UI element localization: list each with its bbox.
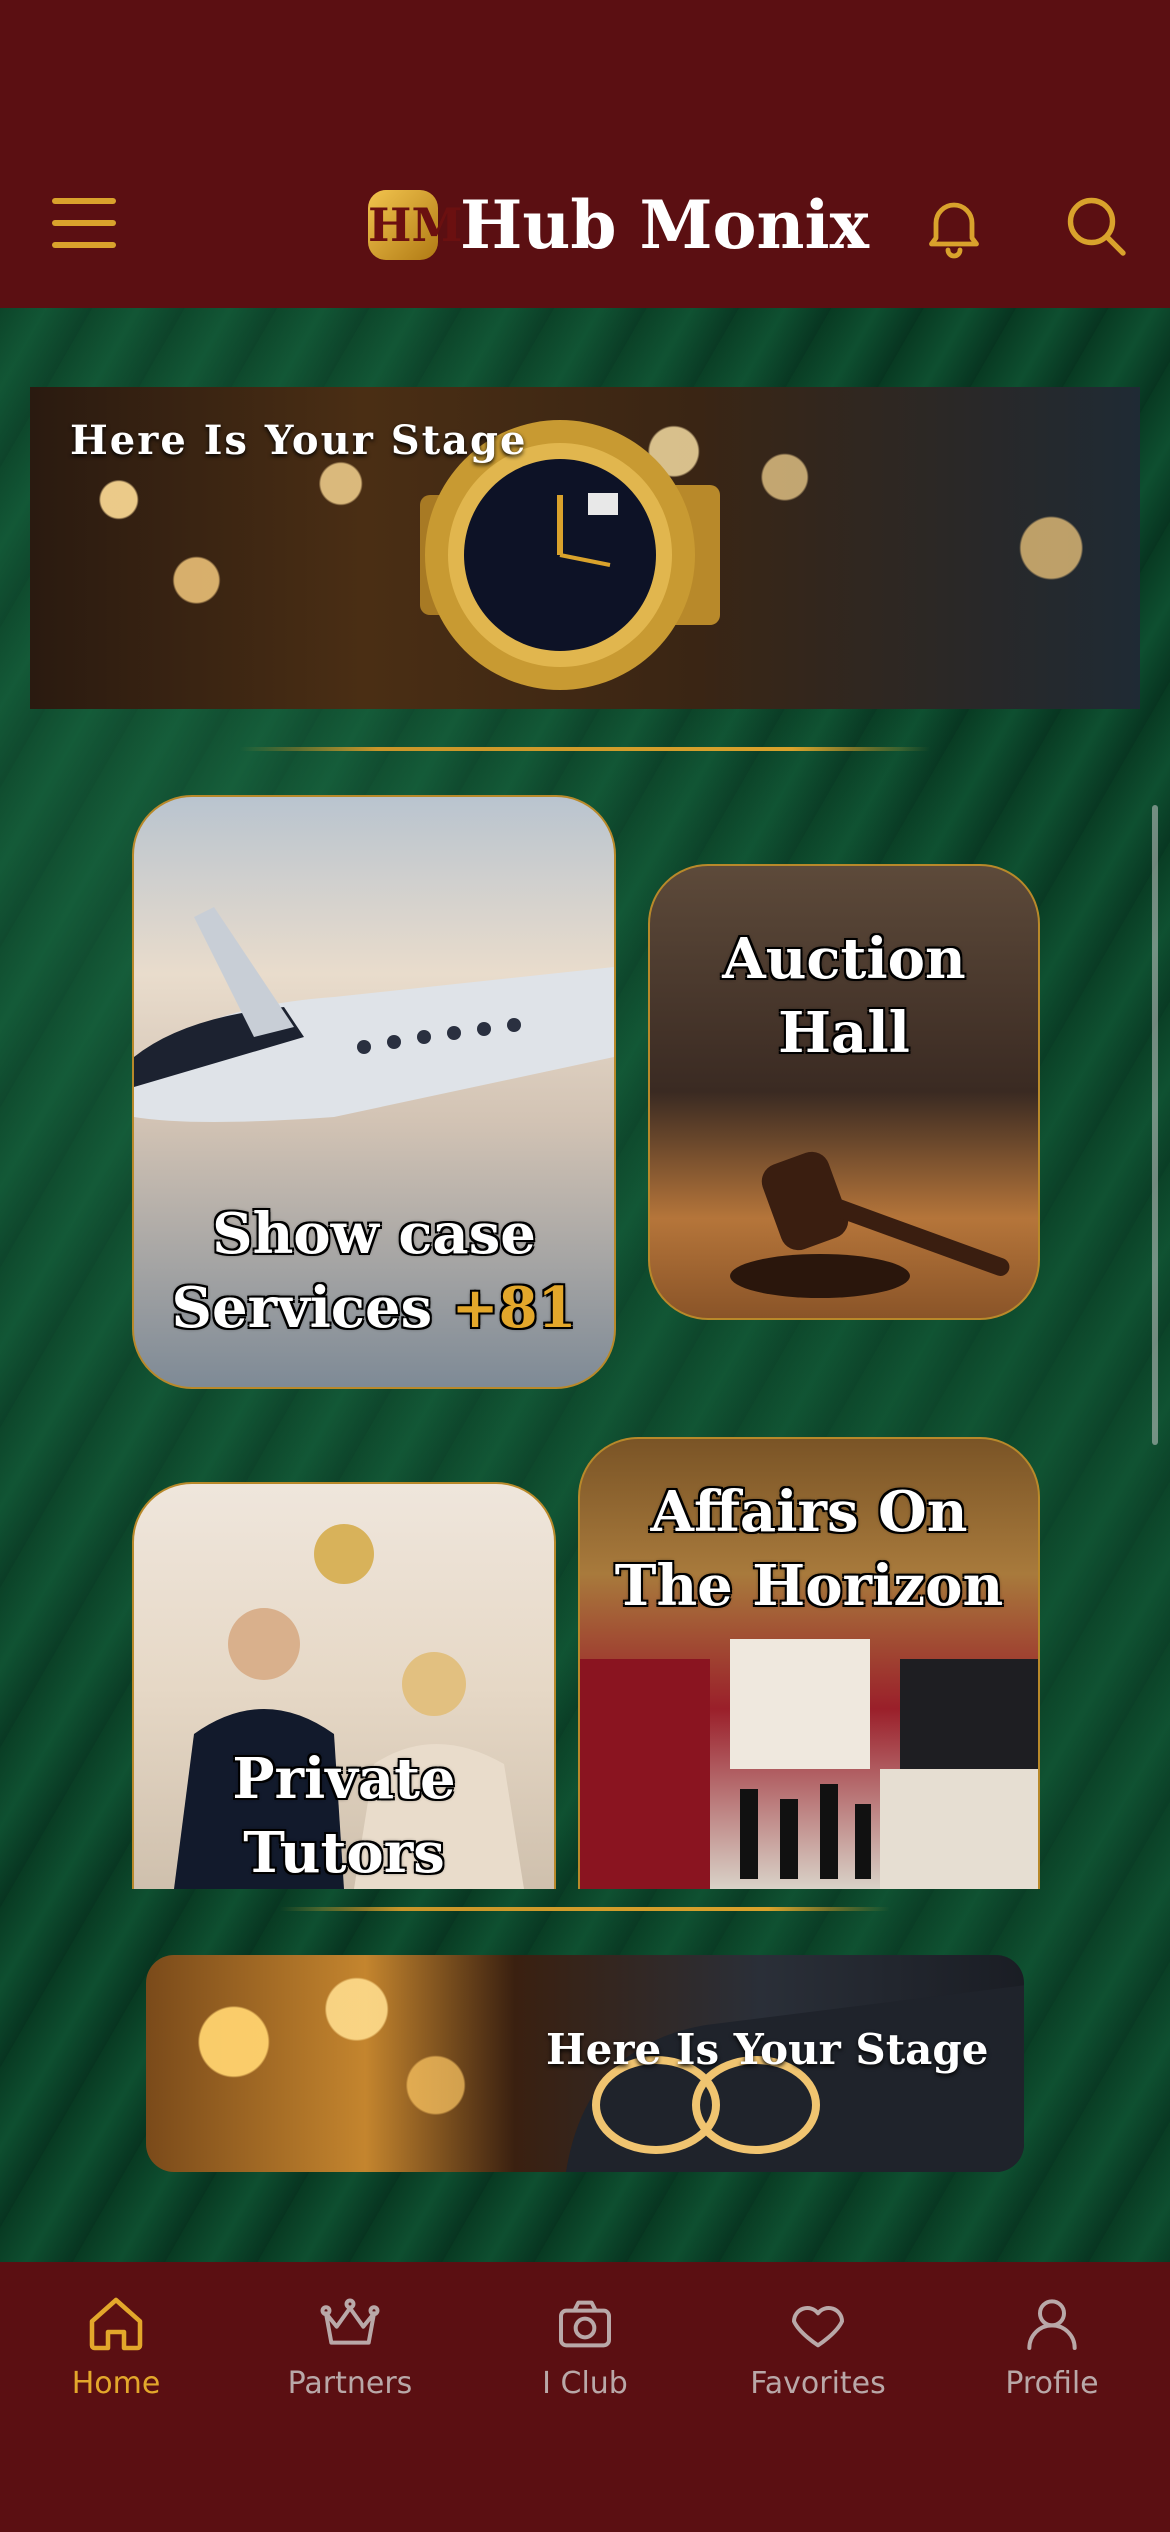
nav-profile[interactable]: Profile (952, 2292, 1152, 2401)
tile-label: Affairs On The Horizon (580, 1475, 1038, 1623)
search-icon (1067, 197, 1126, 256)
home-icon (89, 2297, 143, 2351)
scrollbar[interactable] (1152, 805, 1158, 1445)
gold-divider (280, 1907, 890, 1911)
tile-label: Private Tutors (134, 1742, 554, 1889)
tile-label-line1: Show case (212, 1201, 536, 1267)
tile-private-tutors[interactable]: Private Tutors (132, 1482, 556, 1889)
heart-icon (792, 2306, 844, 2348)
tile-label-line1: Private (232, 1746, 456, 1812)
banner-title: Here Is Your Stage (546, 2025, 989, 2074)
menu-icon (52, 198, 116, 204)
brand: HM Hub Monix (368, 185, 869, 265)
tile-label-line1: Affairs On (650, 1479, 968, 1545)
menu-button[interactable] (52, 198, 116, 250)
notifications-button[interactable] (918, 190, 990, 262)
tile-label: Auction Hall (650, 922, 1038, 1070)
nav-label: Profile (1005, 2366, 1099, 2401)
tile-auction-hall[interactable]: Auction Hall (648, 864, 1040, 1320)
app-header: HM Hub Monix (0, 0, 1170, 308)
search-button[interactable] (1060, 190, 1132, 262)
jet-image (134, 907, 614, 1122)
tile-label-line2: Hall (778, 1000, 910, 1066)
logo: HM (368, 190, 462, 260)
tile-label-line1: Auction (722, 926, 966, 992)
nav-label: Favorites (750, 2366, 886, 2401)
nav-label: Partners (287, 2366, 413, 2401)
nav-partners[interactable]: Partners (250, 2292, 450, 2401)
top-banner[interactable]: Here Is Your Stage (30, 387, 1140, 709)
crown-icon (320, 2298, 380, 2345)
bottom-navigation: Home Partners I Club Favorites Profile (0, 2262, 1170, 2532)
user-icon (1027, 2299, 1077, 2350)
tile-label: Show case Services +81 (134, 1197, 614, 1345)
app-title: Hub Monix (460, 186, 869, 264)
menu-icon-bar (52, 220, 116, 226)
gavel-image (730, 1151, 1010, 1298)
tile-label-line2: Services (171, 1275, 433, 1341)
nav-label: I Club (542, 2366, 628, 2401)
tile-affairs-horizon[interactable]: Affairs On The Horizon (578, 1437, 1040, 1889)
menu-icon-bar (52, 242, 116, 248)
nav-favorites[interactable]: Favorites (718, 2292, 918, 2401)
nav-home[interactable]: Home (16, 2292, 216, 2401)
camera-icon (559, 2300, 611, 2348)
tile-label-line2: Tutors (243, 1820, 445, 1886)
tile-label-line2: The Horizon (614, 1553, 1004, 1619)
banner-title: Here Is Your Stage (70, 417, 528, 464)
expo-image (580, 1639, 1038, 1889)
bell-icon (929, 202, 979, 259)
nav-iclub[interactable]: I Club (485, 2292, 685, 2401)
services-count-badge: +81 (451, 1275, 577, 1341)
tile-showcase-services[interactable]: Show case Services +81 (132, 795, 616, 1389)
car-headlight-image (566, 1985, 1024, 2172)
gold-divider (240, 747, 930, 751)
nav-label: Home (71, 2366, 161, 2401)
bottom-banner[interactable]: Here Is Your Stage (146, 1955, 1024, 2172)
